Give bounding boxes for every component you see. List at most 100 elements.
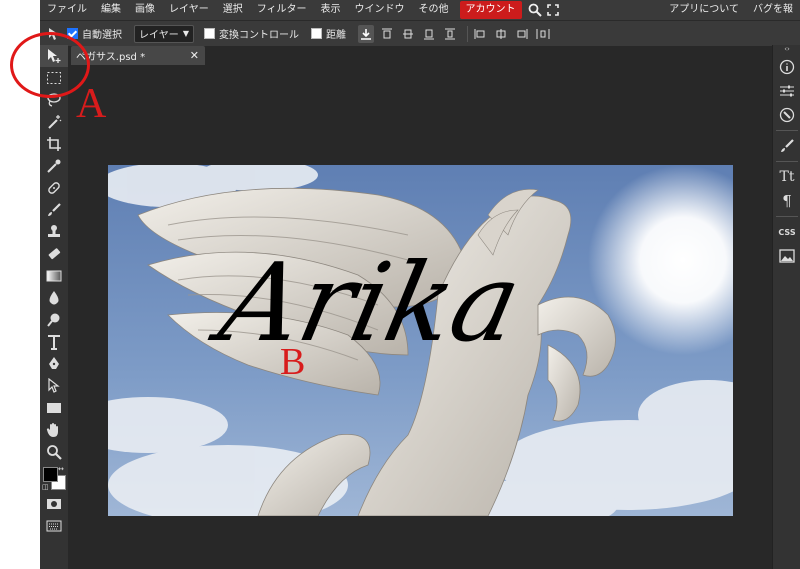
- menu-about[interactable]: アプリについて: [662, 0, 746, 20]
- account-button[interactable]: アカウント: [459, 1, 522, 19]
- color-swatches[interactable]: ↔ ◫: [40, 463, 68, 493]
- gradient-icon: [46, 270, 62, 282]
- menu-select[interactable]: 選択: [216, 0, 250, 20]
- blur-tool[interactable]: [40, 287, 68, 309]
- gradient-tool[interactable]: [40, 265, 68, 287]
- healing-brush-tool[interactable]: [40, 177, 68, 199]
- swap-colors-icon[interactable]: ↔: [58, 465, 64, 473]
- image-panel-button[interactable]: [773, 244, 800, 268]
- canvas-script-text: Arika: [201, 240, 531, 366]
- align-vertical-center-icon[interactable]: [400, 25, 416, 43]
- layer-select-value: レイヤー: [139, 30, 179, 41]
- type-tool[interactable]: [40, 331, 68, 353]
- right-panel: ‹› Tt ¶ CSS: [772, 45, 800, 569]
- paragraph-panel-button[interactable]: ¶: [773, 189, 800, 213]
- crop-tool[interactable]: [40, 133, 68, 155]
- options-bar: 自動選択 レイヤー ▼ 変換コントロール 距離: [40, 20, 800, 46]
- info-panel-button[interactable]: [773, 55, 800, 79]
- brush-panel-button[interactable]: [773, 134, 800, 158]
- align-horizontal-center-icon[interactable]: [493, 25, 509, 43]
- adjustments-panel-button[interactable]: [773, 79, 800, 103]
- menu-report-bug[interactable]: バグを報: [746, 0, 800, 20]
- transform-controls-checkbox[interactable]: [204, 28, 215, 39]
- fullscreen-icon[interactable]: [544, 0, 562, 20]
- brush-icon: [48, 203, 61, 216]
- stamp-icon: [48, 225, 60, 237]
- search-icon[interactable]: [526, 0, 544, 20]
- align-bottom-icon[interactable]: [421, 25, 437, 43]
- rectangle-tool[interactable]: [40, 397, 68, 419]
- zoom-icon: [47, 445, 62, 460]
- crop-icon: [47, 137, 61, 151]
- annotation-label-b: B: [280, 341, 306, 383]
- menu-view[interactable]: 表示: [314, 0, 348, 20]
- path-selection-tool[interactable]: [40, 375, 68, 397]
- pen-tool[interactable]: [40, 353, 68, 375]
- keyboard-icon: [46, 520, 62, 532]
- tools-panel: ↔ ◫: [40, 45, 68, 569]
- magic-wand-icon: [48, 115, 62, 129]
- clone-stamp-tool[interactable]: [40, 221, 68, 243]
- zoom-tool[interactable]: [40, 441, 68, 463]
- distribute-vertical-icon[interactable]: [442, 25, 458, 43]
- menu-file[interactable]: ファイル: [40, 0, 94, 20]
- divider: [776, 161, 798, 162]
- css-panel-button[interactable]: CSS: [773, 220, 800, 244]
- eraser-tool[interactable]: [40, 243, 68, 265]
- rectangle-icon: [47, 403, 61, 413]
- navigator-panel-button[interactable]: [773, 103, 800, 127]
- sliders-icon: [780, 85, 794, 97]
- collapse-panel-icon[interactable]: ‹›: [773, 45, 800, 55]
- menu-image[interactable]: 画像: [128, 0, 162, 20]
- quick-mask-icon: [47, 499, 61, 509]
- divider: [467, 25, 468, 42]
- menu-edit[interactable]: 編集: [94, 0, 128, 20]
- pen-icon: [49, 357, 59, 369]
- distribute-horizontal-icon[interactable]: [535, 25, 551, 43]
- align-top-icon[interactable]: [379, 25, 395, 43]
- layer-select[interactable]: レイヤー ▼: [134, 24, 194, 43]
- path-select-icon: [48, 378, 60, 393]
- css-label: CSS: [778, 227, 796, 237]
- brush-tool[interactable]: [40, 199, 68, 221]
- align-left-icon[interactable]: [472, 25, 488, 43]
- document-canvas[interactable]: Arika: [108, 165, 733, 516]
- menu-filter[interactable]: フィルター: [250, 0, 314, 20]
- hand-icon: [46, 423, 58, 437]
- download-icon[interactable]: [358, 24, 374, 43]
- align-right-icon[interactable]: [514, 25, 530, 43]
- distance-option[interactable]: 距離: [311, 26, 346, 41]
- character-icon: Tt: [779, 169, 795, 185]
- eyedropper-icon: [47, 159, 61, 173]
- quick-mask-tool[interactable]: [40, 493, 68, 515]
- compass-icon: [779, 107, 795, 123]
- close-icon[interactable]: ✕: [190, 49, 199, 62]
- hand-tool[interactable]: [40, 419, 68, 441]
- paragraph-icon: ¶: [782, 192, 792, 210]
- menu-window[interactable]: ウインドウ: [348, 0, 412, 20]
- info-icon: [779, 59, 795, 75]
- menu-more[interactable]: その他: [412, 0, 456, 20]
- magic-wand-tool[interactable]: [40, 111, 68, 133]
- auto-select-label: 自動選択: [82, 30, 122, 41]
- menu-layer[interactable]: レイヤー: [162, 0, 216, 20]
- transform-controls-label: 変換コントロール: [219, 30, 299, 41]
- bandage-icon: [48, 182, 60, 194]
- drop-icon: [49, 291, 59, 305]
- transform-controls-option[interactable]: 変換コントロール: [204, 26, 299, 41]
- distance-checkbox[interactable]: [311, 28, 322, 39]
- dodge-tool[interactable]: [40, 309, 68, 331]
- canvas-image: Arika: [108, 165, 733, 516]
- dodge-icon: [47, 313, 60, 327]
- divider: [776, 216, 798, 217]
- image-icon: [779, 249, 795, 263]
- screen-mode-tool[interactable]: [40, 515, 68, 537]
- divider: [776, 130, 798, 131]
- default-colors-icon[interactable]: ◫: [42, 483, 49, 491]
- document-tab[interactable]: ペガサス.psd * ✕: [71, 46, 205, 65]
- annotation-label-a: A: [76, 81, 107, 127]
- character-panel-button[interactable]: Tt: [773, 165, 800, 189]
- foreground-color-swatch[interactable]: [43, 467, 58, 482]
- brush-icon: [781, 139, 794, 152]
- eyedropper-tool[interactable]: [40, 155, 68, 177]
